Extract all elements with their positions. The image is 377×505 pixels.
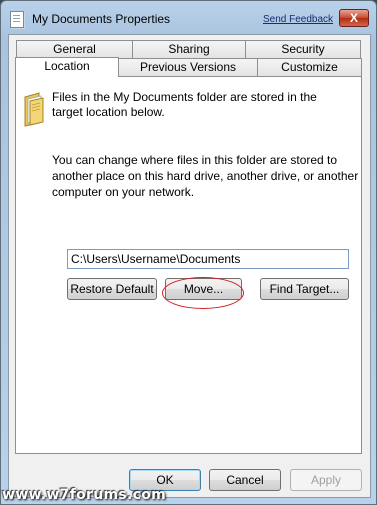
apply-button[interactable]: Apply [290,469,362,491]
close-icon: X [349,11,358,25]
change-text-line-1: You can change where files in this folde… [52,153,338,167]
tab-customize[interactable]: Customize [257,58,362,76]
title-bar[interactable]: My Documents Properties Send Feedback X [1,1,376,35]
find-target-button[interactable]: Find Target... [260,278,349,300]
info-line-1: Files in the My Documents folder are sto… [52,90,317,104]
restore-default-button[interactable]: Restore Default [67,278,157,300]
properties-window: My Documents Properties Send Feedback X … [0,0,377,505]
watermark-text: www.w7forums.com [2,487,167,503]
info-line-2: target location below. [52,105,165,119]
send-feedback-link[interactable]: Send Feedback [263,14,333,25]
window-title: My Documents Properties [32,12,171,26]
change-text-line-2: another place on this hard drive, anothe… [52,169,359,183]
folder-documents-icon [24,92,44,127]
close-button[interactable]: X [339,9,369,27]
change-text-line-3: computer on your network. [52,185,195,199]
tab-general[interactable]: General [16,40,133,58]
location-tab-panel: Files in the My Documents folder are sto… [15,76,362,454]
dialog-client-area: General Sharing Security Location Previo… [8,34,371,498]
tab-sharing[interactable]: Sharing [132,40,246,58]
document-icon [10,11,24,28]
tab-location[interactable]: Location [15,57,119,77]
tab-security[interactable]: Security [245,40,361,58]
tab-previous-versions[interactable]: Previous Versions [118,58,258,76]
cancel-button[interactable]: Cancel [209,469,281,491]
move-button[interactable]: Move... [165,278,242,300]
target-path-input[interactable] [67,249,349,269]
